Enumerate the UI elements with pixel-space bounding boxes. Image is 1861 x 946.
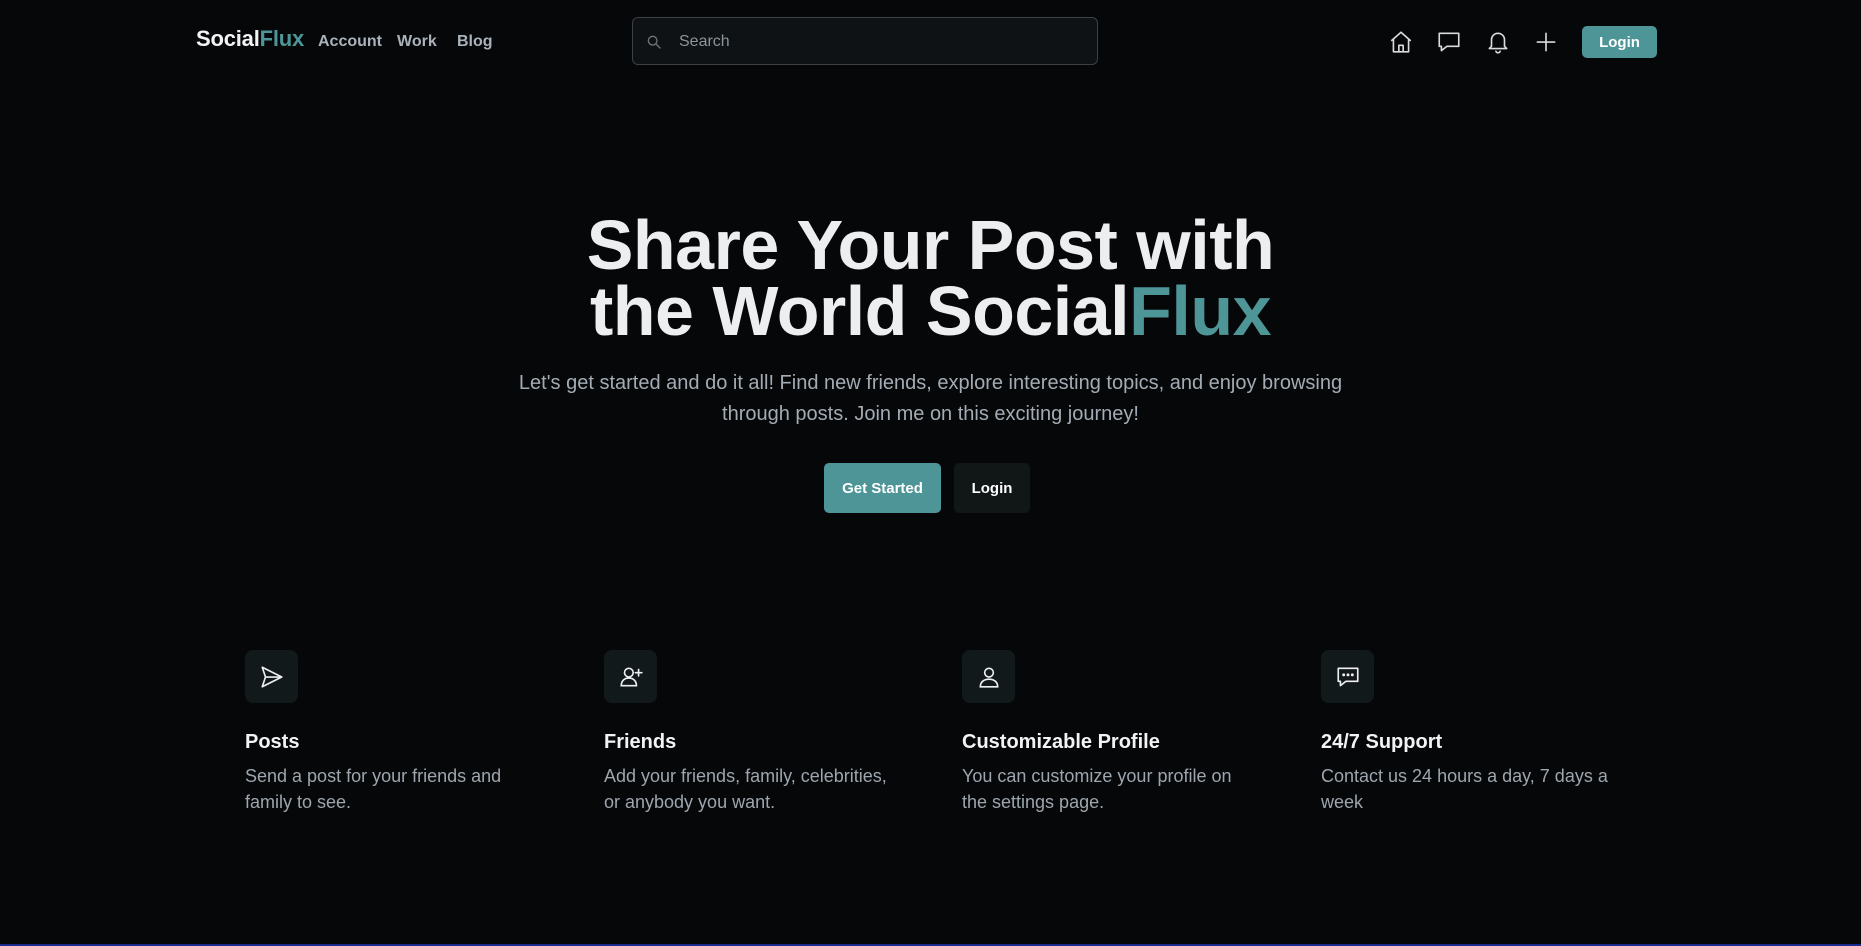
feature-card-support: 24/7 Support Contact us 24 hours a day, …	[1321, 650, 1621, 815]
hero-login-button[interactable]: Login	[954, 463, 1030, 513]
feature-title: Posts	[245, 731, 300, 753]
login-button[interactable]: Login	[1582, 26, 1657, 58]
feature-title: Friends	[604, 731, 677, 753]
feature-icon-box	[245, 650, 298, 703]
search-input[interactable]	[677, 18, 1081, 66]
chat-icon[interactable]	[1436, 29, 1462, 55]
plus-icon[interactable]	[1533, 29, 1559, 55]
feature-icon-box	[1321, 650, 1374, 703]
feature-description: Send a post for your friends and family …	[245, 766, 502, 812]
feature-title: 24/7 Support	[1321, 731, 1443, 753]
feature-description: Contact us 24 hours a day, 7 days a week	[1321, 766, 1608, 812]
feature-title: Customizable Profile	[962, 731, 1160, 753]
nav-link-blog[interactable]: Blog	[457, 33, 493, 51]
send-icon	[260, 665, 283, 688]
feature-icon-box	[962, 650, 1015, 703]
feature-card-posts: Posts Send a post for your friends and f…	[245, 650, 545, 815]
top-navbar: SocialFlux Account Work Blog Login	[0, 0, 1861, 84]
feature-card-friends: Friends Add your friends, family, celebr…	[604, 650, 904, 815]
search-bar	[632, 17, 1098, 66]
brand-logo[interactable]: SocialFlux	[196, 26, 304, 52]
feature-description: You can customize your profile on the se…	[962, 766, 1232, 812]
nav-link-work[interactable]: Work	[397, 33, 437, 51]
add-user-icon	[619, 667, 643, 686]
feature-description: Add your friends, family, celebrities, o…	[604, 766, 887, 812]
feature-icon-box	[604, 650, 657, 703]
bell-icon[interactable]	[1485, 29, 1511, 55]
hero-title: Share Your Post with the World SocialFlu…	[586, 206, 1275, 350]
get-started-button[interactable]: Get Started	[824, 463, 941, 513]
hero-subtitle: Let's get started and do it all! Find ne…	[518, 372, 1343, 425]
search-icon	[647, 35, 661, 49]
feature-card-profile: Customizable Profile You can customize y…	[962, 650, 1262, 815]
user-icon	[979, 667, 998, 688]
message-dots-icon	[1336, 667, 1359, 686]
nav-link-account[interactable]: Account	[318, 33, 382, 51]
home-icon[interactable]	[1388, 29, 1414, 55]
